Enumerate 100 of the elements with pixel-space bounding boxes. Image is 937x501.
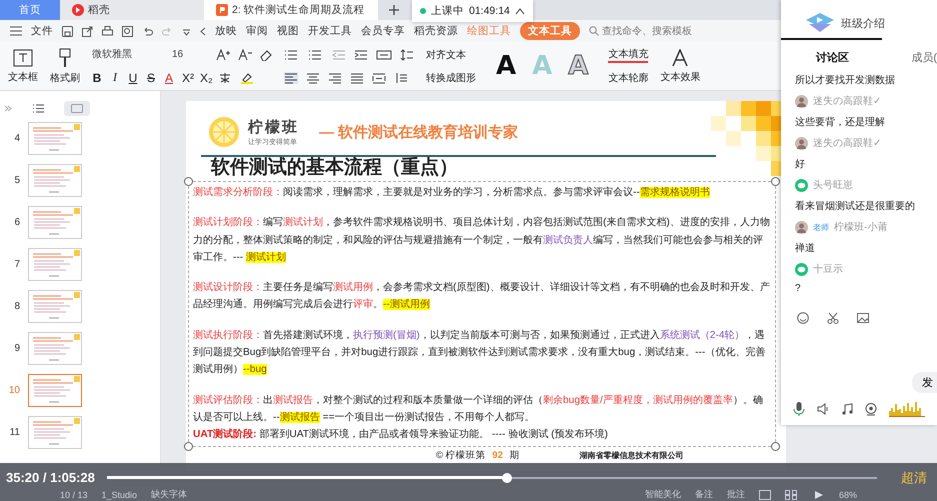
avatar-icon — [795, 136, 808, 150]
seek-thumb[interactable] — [502, 472, 512, 482]
chat-tab[interactable]: 成员( — [911, 50, 937, 65]
align-text-button[interactable]: 对齐文本 — [426, 48, 466, 62]
emoji-icon[interactable] — [797, 312, 809, 324]
chat-tab[interactable]: 讨论区 — [816, 50, 849, 65]
comments-button[interactable]: 批注 — [726, 488, 745, 501]
format-button[interactable]: X² — [182, 70, 192, 84]
align-left-icon[interactable] — [284, 72, 298, 84]
resize-handle[interactable] — [184, 442, 193, 451]
document-tab[interactable]: 稻壳 — [60, 0, 204, 20]
slide-thumbnail[interactable] — [28, 206, 82, 239]
align-right-icon[interactable] — [328, 72, 342, 84]
print-icon[interactable] — [102, 26, 113, 36]
slide-thumbnail[interactable] — [28, 248, 82, 281]
page-indicator: 10 / 13 — [60, 490, 88, 500]
convert-to-shape-button[interactable]: 转换成图形 — [426, 70, 476, 84]
live-status: 上课中 — [431, 4, 464, 18]
chevron-left-icon[interactable] — [200, 26, 206, 36]
chevron-up-icon[interactable] — [514, 7, 525, 15]
normal-view-icon[interactable] — [758, 490, 771, 500]
paragraph-spacing-icon[interactable] — [394, 72, 408, 84]
format-button[interactable]: A — [164, 70, 174, 84]
resize-handle[interactable] — [771, 177, 780, 186]
print-preview-icon[interactable] — [122, 26, 133, 36]
menu-item[interactable]: 文件 — [31, 24, 53, 38]
quality-button[interactable]: 超清 — [901, 468, 927, 486]
menu-item[interactable]: 视图 — [277, 24, 299, 38]
scissors-icon[interactable] — [827, 312, 839, 324]
webcam-icon[interactable] — [865, 402, 877, 416]
list-icon[interactable] — [308, 48, 324, 60]
music-note-icon[interactable] — [842, 403, 853, 415]
missing-font-button[interactable]: 缺失字体 — [151, 488, 188, 501]
chat-message: 这些要背，还是理解 — [795, 116, 886, 129]
dropdown-icon[interactable] — [182, 26, 191, 36]
slide-thumbnail[interactable] — [28, 416, 82, 449]
text-direction-icon[interactable] — [376, 48, 392, 60]
resize-handle[interactable] — [184, 177, 193, 186]
slide-number: 5 — [13, 175, 20, 186]
image-icon[interactable] — [857, 312, 869, 324]
chat-bubble-avatar-icon — [795, 178, 808, 192]
save-icon[interactable] — [62, 26, 73, 36]
font-dropdown[interactable]: 微软雅黑 — [92, 47, 164, 62]
format-button[interactable]: I — [110, 70, 120, 85]
format-button[interactable]: X₂ — [200, 70, 210, 84]
format-painter-button[interactable]: 格式刷 — [50, 48, 80, 84]
distribute-icon[interactable] — [372, 72, 386, 84]
chat-message: 好 — [795, 158, 806, 171]
slide-thumbnail[interactable] — [28, 164, 82, 197]
format-button[interactable]: B — [92, 70, 102, 84]
highlighter-icon[interactable] — [240, 72, 254, 84]
slide-thumbnail[interactable] — [28, 122, 82, 155]
new-tab-icon[interactable] — [388, 4, 400, 16]
slide-view-button[interactable] — [64, 101, 90, 116]
menu-icon[interactable] — [10, 26, 22, 36]
resize-handle[interactable] — [771, 442, 780, 451]
audio-meter-drawing — [889, 401, 925, 417]
format-button[interactable]: U — [128, 70, 138, 84]
menu-item[interactable]: 审阅 — [246, 24, 268, 38]
slide-footer: © 柠檬班第 92 期 — [436, 448, 520, 462]
live-timer: 01:49:14 — [469, 5, 510, 17]
eraser-icon[interactable] — [260, 48, 272, 60]
speaker-icon[interactable] — [817, 403, 830, 415]
zoom-level[interactable]: 68% — [838, 490, 857, 500]
menu-item[interactable]: 开发工具 — [308, 24, 352, 38]
company-name: 湖南省零檬信息技术有限公司 — [580, 450, 684, 461]
user-name: 柠檬班-小莆 — [834, 220, 888, 234]
slide-thumbnail[interactable] — [28, 290, 82, 323]
text-box-button[interactable]: 文本框 — [8, 48, 38, 84]
search-field[interactable]: 查找命令、搜索模板 — [589, 26, 707, 36]
format-button[interactable]: S — [146, 70, 156, 84]
slide-number: 8 — [13, 301, 20, 312]
outline-view-icon[interactable] — [32, 103, 44, 114]
undo-icon[interactable] — [142, 26, 153, 36]
indent-icon[interactable] — [354, 48, 368, 60]
grow-font-icon[interactable] — [216, 48, 230, 60]
text-fill-button[interactable]: 文本填充 — [608, 46, 648, 62]
send-button[interactable]: 发 — [912, 372, 937, 393]
menu-item[interactable]: 放映 — [215, 24, 237, 38]
microphone-icon[interactable] — [793, 402, 805, 416]
text-style-preset[interactable]: A — [496, 51, 516, 81]
line-spacing-icon[interactable] — [400, 48, 414, 60]
slide-thumbnail[interactable] — [28, 332, 82, 365]
text-outline-button[interactable]: 文本轮廓 — [608, 70, 648, 84]
slide-thumbnail[interactable] — [28, 374, 82, 407]
export-icon[interactable] — [82, 26, 93, 36]
font-size-dropdown[interactable]: 16 — [172, 48, 208, 60]
notes-button[interactable]: 备注 — [694, 488, 713, 501]
text-effects-button[interactable]: 文本效果 — [660, 48, 700, 84]
chat-message: 所以才要找开发测数据 — [795, 74, 896, 87]
beautify-button[interactable]: 智能美化 — [644, 488, 681, 501]
slide-number: 6 — [13, 217, 20, 228]
menu-item[interactable]: 稻壳资源 — [414, 24, 458, 38]
list-icon[interactable] — [284, 48, 300, 60]
justify-icon[interactable] — [350, 72, 364, 84]
align-center-icon[interactable] — [306, 72, 320, 84]
grid-view-icon[interactable] — [784, 490, 797, 500]
document-tab[interactable]: 2: 软件测试生命周期及流程 — [204, 0, 378, 20]
menu-item[interactable]: 会员专享 — [361, 24, 405, 38]
shrink-font-icon[interactable] — [238, 48, 252, 60]
